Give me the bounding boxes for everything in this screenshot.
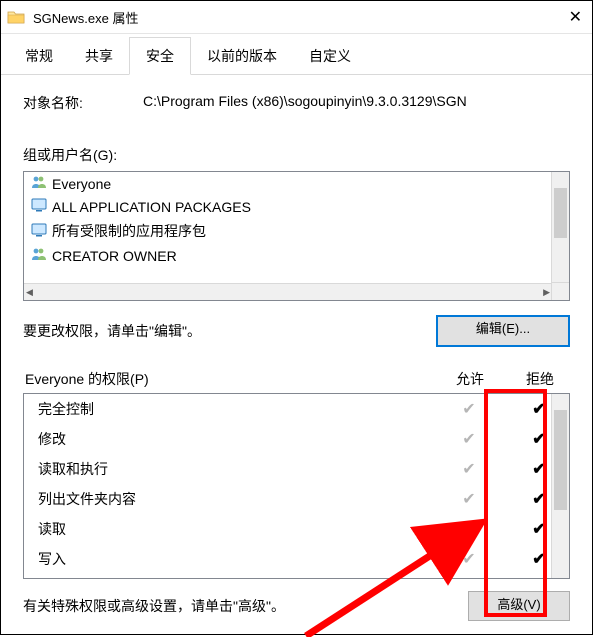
perm-name: 完全控制 <box>38 399 429 419</box>
group-item-creatorowner[interactable]: CREATOR OWNER <box>24 244 569 267</box>
group-item-label: 所有受限制的应用程序包 <box>52 221 206 241</box>
folder-icon <box>7 10 25 24</box>
group-item-label: CREATOR OWNER <box>52 248 177 264</box>
perm-name: 修改 <box>38 429 429 449</box>
object-row: 对象名称: C:\Program Files (x86)\sogoupinyin… <box>23 93 570 113</box>
perm-row-readexec: 读取和执行 ✔ ✔ <box>24 454 569 484</box>
perm-allow-check: ✔ <box>429 399 509 419</box>
tab-sharing[interactable]: 共享 <box>69 38 129 74</box>
perm-allow-check: ✔ <box>429 519 509 539</box>
perm-row-write: 写入 ✔ ✔ <box>24 544 569 574</box>
group-item-allpkg[interactable]: ALL APPLICATION PACKAGES <box>24 195 569 218</box>
chevron-left-icon[interactable]: ◀ <box>26 287 33 298</box>
perm-name: 列出文件夹内容 <box>38 489 429 509</box>
group-item-label: ALL APPLICATION PACKAGES <box>52 199 251 215</box>
people-icon <box>30 175 48 192</box>
advanced-button[interactable]: 高级(V) <box>468 591 570 621</box>
chevron-right-icon[interactable]: ▶ <box>543 287 550 298</box>
perm-row-modify: 修改 ✔ ✔ <box>24 424 569 454</box>
tab-general[interactable]: 常规 <box>9 38 69 74</box>
object-label: 对象名称: <box>23 93 143 113</box>
close-icon[interactable]: ✕ <box>561 7 590 27</box>
window-title: SGNews.exe 属性 <box>33 8 561 27</box>
object-path: C:\Program Files (x86)\sogoupinyin\9.3.0… <box>143 93 570 113</box>
perm-allow-check: ✔ <box>429 489 509 509</box>
group-item-everyone[interactable]: Everyone <box>24 172 569 195</box>
perm-row-listfolder: 列出文件夹内容 ✔ ✔ <box>24 484 569 514</box>
tab-strip: 常规 共享 安全 以前的版本 自定义 <box>1 34 592 75</box>
perm-allow-check: ✔ <box>429 429 509 449</box>
scroll-corner <box>551 282 569 300</box>
advanced-hint: 有关特殊权限或高级设置，请单击"高级"。 <box>23 596 468 616</box>
perm-row-fullcontrol: 完全控制 ✔ ✔ <box>24 394 569 424</box>
tab-custom[interactable]: 自定义 <box>293 38 367 74</box>
perm-name: 读取和执行 <box>38 459 429 479</box>
perm-row-read: 读取 ✔ ✔ <box>24 514 569 544</box>
perm-allow-check: ✔ <box>429 459 509 479</box>
perm-list: 完全控制 ✔ ✔ 修改 ✔ ✔ 读取和执行 ✔ ✔ 列出文件夹内容 ✔ <box>23 393 570 579</box>
perm-header-allow: 允许 <box>430 369 510 389</box>
perm-allow-check: ✔ <box>429 549 509 569</box>
group-list-scrollbar-h[interactable]: ◀ ▶ <box>24 283 552 300</box>
perm-header-name: Everyone 的权限(P) <box>23 369 430 389</box>
monitor-icon <box>30 223 48 240</box>
people-icon <box>30 247 48 264</box>
tab-previous[interactable]: 以前的版本 <box>191 38 293 74</box>
scrollbar-thumb[interactable] <box>554 410 567 510</box>
group-list-scrollbar-v[interactable] <box>551 172 569 283</box>
tab-security[interactable]: 安全 <box>129 37 191 75</box>
window-titlebar: SGNews.exe 属性 ✕ <box>1 1 592 34</box>
monitor-icon <box>30 198 48 215</box>
perm-header: Everyone 的权限(P) 允许 拒绝 <box>23 369 570 393</box>
group-item-label: Everyone <box>52 176 111 192</box>
group-list[interactable]: Everyone ALL APPLICATION PACKAGES <box>23 171 570 301</box>
edit-hint: 要更改权限，请单击"编辑"。 <box>23 321 436 341</box>
perm-list-scrollbar[interactable] <box>551 394 569 578</box>
scrollbar-thumb[interactable] <box>554 188 567 238</box>
groups-label: 组或用户名(G): <box>23 145 570 165</box>
edit-button[interactable]: 编辑(E)... <box>436 315 570 347</box>
perm-name: 写入 <box>38 549 429 569</box>
perm-name: 读取 <box>38 519 429 539</box>
perm-header-deny: 拒绝 <box>510 369 570 389</box>
group-item-restrictedpkg[interactable]: 所有受限制的应用程序包 <box>24 218 569 244</box>
